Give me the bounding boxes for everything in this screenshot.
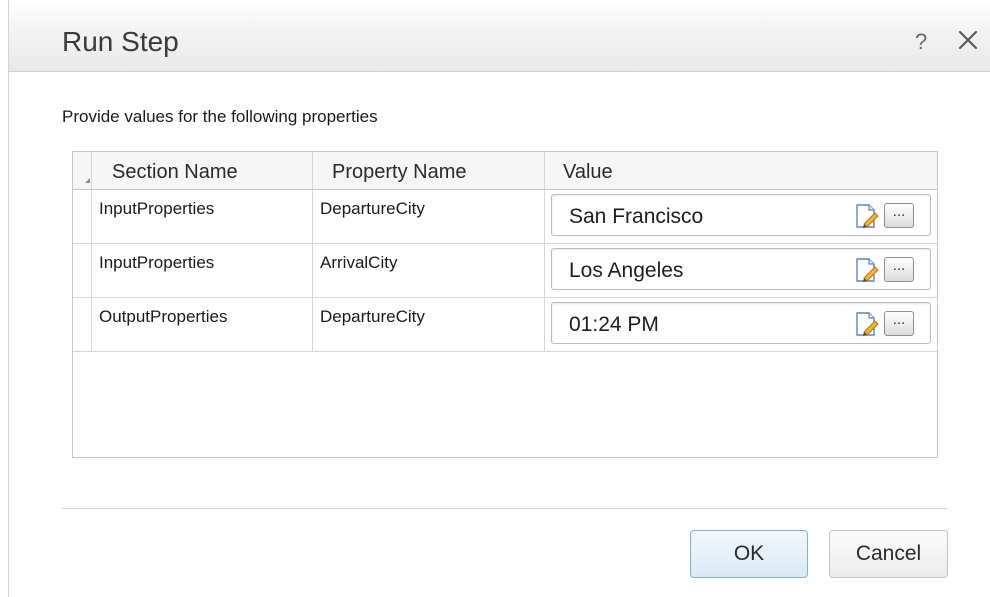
- value-text: 01:24 PM: [569, 313, 659, 336]
- edit-icon[interactable]: [854, 311, 880, 337]
- table-row[interactable]: InputProperties DepartureCity San Franci…: [73, 190, 937, 244]
- more-button[interactable]: ...: [884, 257, 914, 282]
- value-input[interactable]: 01:24 PM ...: [551, 302, 931, 344]
- column-header-value[interactable]: Value: [545, 152, 937, 189]
- close-icon[interactable]: [955, 25, 983, 55]
- cancel-button[interactable]: Cancel: [829, 530, 948, 578]
- footer-divider: [62, 508, 948, 509]
- table-row[interactable]: OutputProperties DepartureCity 01:24 PM …: [73, 298, 937, 352]
- dialog-left-border: [8, 0, 9, 597]
- section-name-cell: OutputProperties: [92, 298, 313, 351]
- column-header-section-name[interactable]: Section Name: [92, 152, 313, 189]
- value-input[interactable]: San Francisco ...: [551, 194, 931, 236]
- instruction-text: Provide values for the following propert…: [62, 107, 378, 126]
- section-name-cell: InputProperties: [92, 190, 313, 243]
- property-name-cell: DepartureCity: [313, 190, 545, 243]
- value-cell: Los Angeles ...: [545, 244, 937, 297]
- section-name-cell: InputProperties: [92, 244, 313, 297]
- edit-icon[interactable]: [854, 257, 880, 283]
- grid-header: Section Name Property Name Value: [73, 152, 937, 190]
- value-cell: 01:24 PM ...: [545, 298, 937, 351]
- value-input[interactable]: Los Angeles ...: [551, 248, 931, 290]
- dialog-title: Run Step: [62, 26, 179, 57]
- ok-button[interactable]: OK: [690, 530, 808, 578]
- run-step-dialog: Run Step ? Provide values for the follow…: [0, 0, 990, 597]
- value-text: San Francisco: [569, 205, 704, 228]
- property-name-cell: DepartureCity: [313, 298, 545, 351]
- row-selector[interactable]: [73, 190, 92, 243]
- table-row[interactable]: InputProperties ArrivalCity Los Angeles …: [73, 244, 937, 298]
- dialog-titlebar: Run Step ?: [9, 0, 990, 72]
- resize-corner-icon: [85, 178, 90, 183]
- row-selector[interactable]: [73, 298, 92, 351]
- edit-icon[interactable]: [854, 203, 880, 229]
- grid-corner: [73, 152, 92, 189]
- more-button[interactable]: ...: [884, 203, 914, 228]
- row-selector[interactable]: [73, 244, 92, 297]
- value-text: Los Angeles: [569, 259, 684, 282]
- column-header-property-name[interactable]: Property Name: [313, 152, 545, 189]
- help-icon[interactable]: ?: [915, 28, 927, 56]
- properties-grid: Section Name Property Name Value InputPr…: [72, 151, 938, 458]
- property-name-cell: ArrivalCity: [313, 244, 545, 297]
- more-button[interactable]: ...: [884, 311, 914, 336]
- value-cell: San Francisco ...: [545, 190, 937, 243]
